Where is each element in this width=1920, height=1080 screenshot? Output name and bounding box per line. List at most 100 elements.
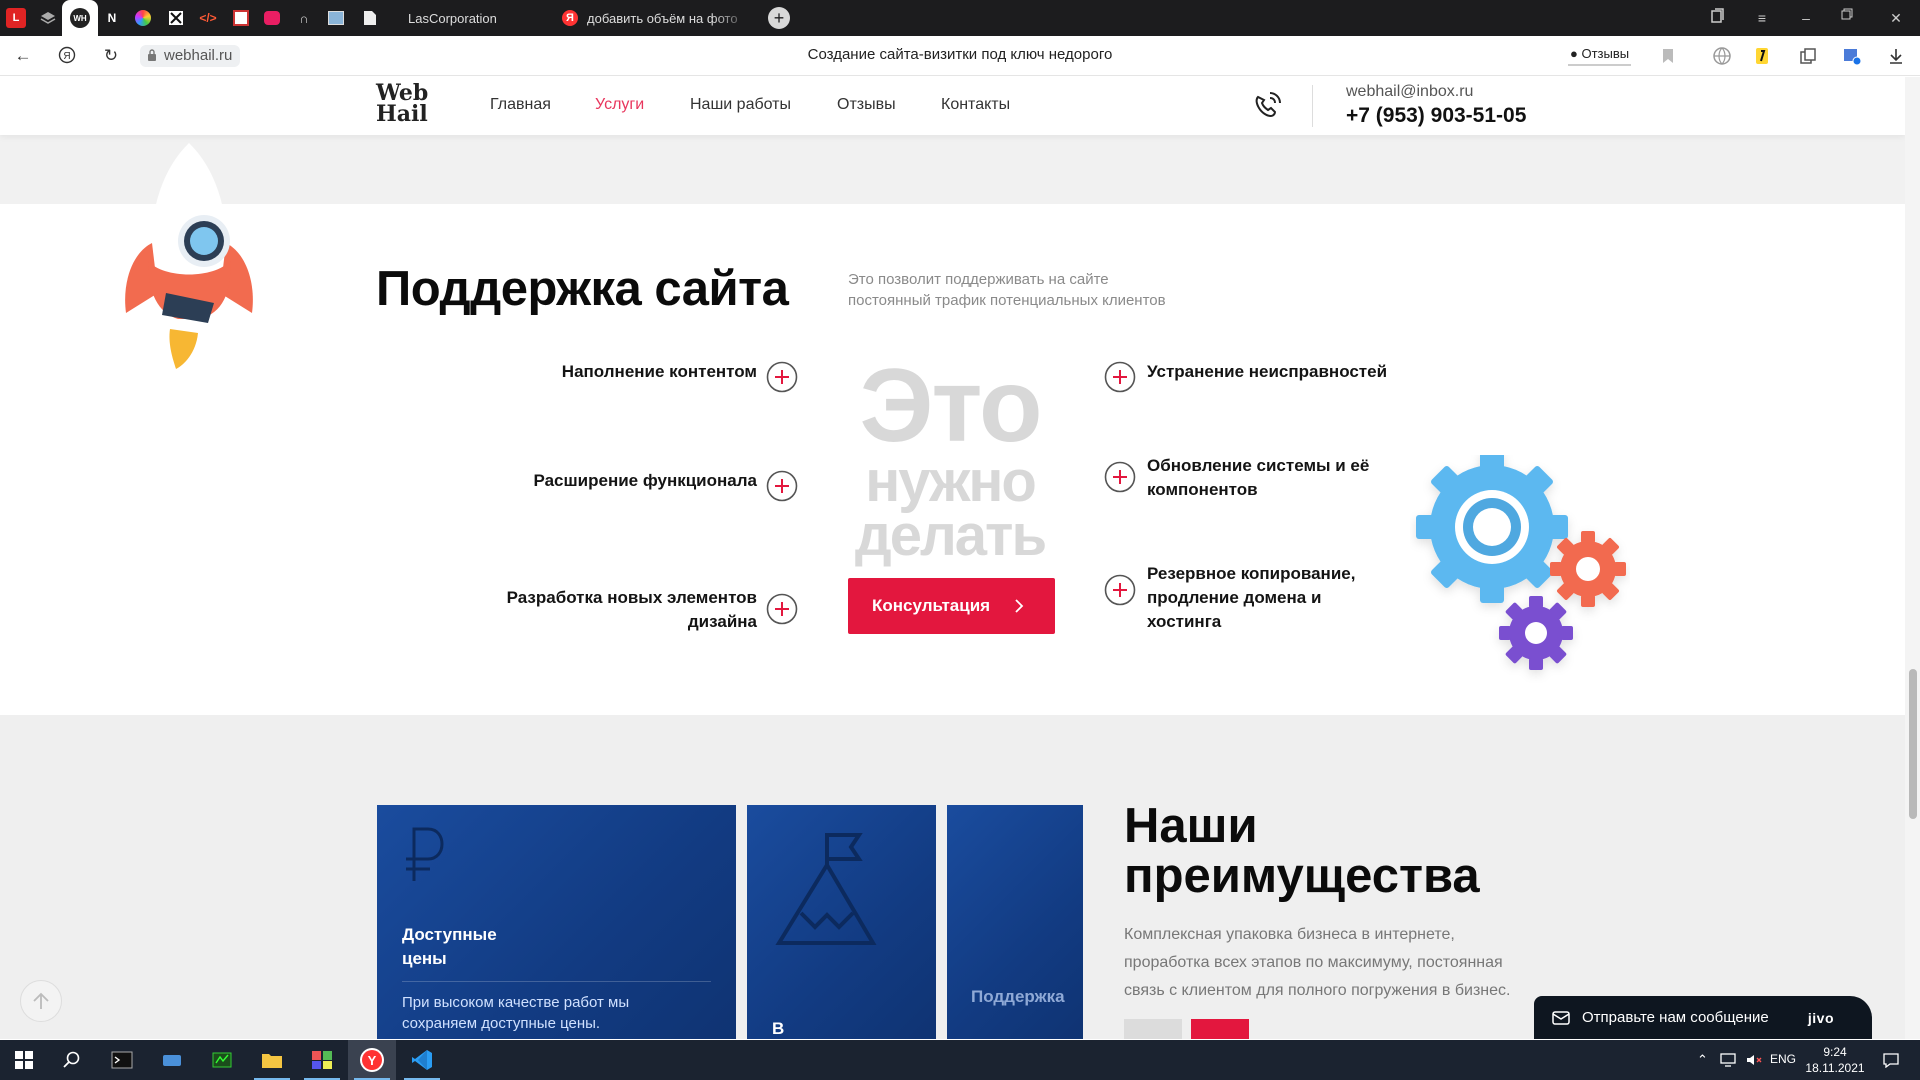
card-title-line: Доступные [402,925,497,944]
support-title: Поддержка сайта [376,262,789,316]
plus-circle-icon[interactable] [766,470,798,502]
site-header: Web Hail Главная Услуги Наши работы Отзы… [0,77,1905,135]
pinned-tab-l[interactable]: L [6,8,26,28]
clock-time: 9:24 [1823,1045,1847,1059]
page-scrollbar[interactable] [1905,77,1920,1039]
advantages-desc-line: проработка всех этапов по максимуму, пос… [1124,954,1503,971]
service-functionality: Расширение функционала [533,469,757,493]
advantage-card-mountain[interactable]: В [747,805,936,1039]
start-button[interactable] [0,1040,48,1080]
search-button[interactable] [48,1040,96,1080]
header-email[interactable]: webhail@inbox.ru [1346,83,1473,101]
pinned-tab-code[interactable]: </> [196,6,220,30]
nav-works[interactable]: Наши работы [690,96,791,114]
nav-contacts[interactable]: Контакты [941,96,1010,114]
notifications-icon[interactable] [1882,1052,1900,1068]
bookmarks-panel-icon[interactable] [1710,8,1730,28]
clock[interactable]: 9:24 18.11.2021 [1795,1044,1875,1076]
collections-icon[interactable] [1798,46,1818,66]
card-title-line: В [772,1019,785,1038]
service-label: хостинга [1147,612,1222,631]
svg-text:Y: Y [368,1053,377,1068]
advantages-description: Комплексная упаковка бизнеса в интернете… [1124,921,1544,1005]
minimize-icon[interactable]: – [1796,8,1816,28]
windows-icon [15,1051,33,1069]
card-title: Поддержка [971,985,1065,1009]
advantage-card-prices[interactable]: Доступные цены При высоком качестве рабо… [377,805,736,1039]
terminal-icon [111,1051,133,1069]
close-icon[interactable]: ✕ [1886,8,1906,28]
menu-icon[interactable]: ≡ [1752,8,1772,28]
taskbar-app-monitor[interactable] [198,1040,246,1080]
taskbar-file-explorer[interactable] [248,1040,296,1080]
download-icon[interactable] [1886,46,1906,66]
taskbar-terminal[interactable] [98,1040,146,1080]
volume-muted-icon[interactable] [1745,1052,1763,1068]
pinned-tab-doc[interactable] [229,6,253,30]
taskbar-yandex-browser[interactable]: Y [348,1040,396,1080]
phone-call-icon[interactable] [1250,87,1286,123]
taskbar-vscode[interactable] [398,1040,446,1080]
service-label: Расширение функционала [533,471,757,490]
envelope-icon [1552,1010,1570,1025]
plus-circle-icon[interactable] [766,361,798,393]
card-title: В [772,1017,784,1039]
service-label: компонентов [1147,480,1258,499]
nav-services[interactable]: Услуги [595,96,644,114]
nav-reviews[interactable]: Отзывы [837,96,896,114]
plus-circle-icon[interactable] [1104,361,1136,393]
card-title-line: цены [402,949,447,968]
taskbar-app-drive[interactable] [148,1040,196,1080]
advantage-card-support[interactable]: Поддержка [947,805,1083,1039]
pinned-tab-layers[interactable] [36,6,60,30]
extension-icon[interactable] [1842,46,1862,66]
header-divider [1312,85,1313,127]
chevron-right-icon [1015,599,1024,613]
language-indicator[interactable]: ENG [1770,1052,1796,1066]
slider-next-button[interactable] [1191,1019,1249,1039]
pinned-tab-figma[interactable] [164,6,188,30]
pinned-tab-arch[interactable]: ∩ [292,6,316,30]
vscode-icon [412,1050,432,1070]
service-troubleshooting: Устранение неисправностей [1147,360,1387,384]
pinned-tab-webhail-active[interactable]: WH [62,0,98,36]
pinned-tab-image[interactable] [324,6,348,30]
reviews-button[interactable]: ● Отзывы [1568,44,1632,66]
advantages-title-line: преимущества [1124,849,1480,903]
plus-circle-icon[interactable] [766,593,798,625]
support-subtitle-line: Это позволит поддерживать на сайте [848,271,1109,288]
page-title: Создание сайта-визитки под ключ недорого [807,46,1113,63]
pinned-tab-pink[interactable] [260,6,284,30]
search-icon [63,1051,80,1068]
plus-circle-icon[interactable] [1104,574,1136,606]
pinned-tab-n[interactable]: N [100,6,124,30]
tab-lascorporation[interactable]: LasCorporation [408,6,497,30]
yandex-ext-icon[interactable] [1752,46,1772,66]
big-word-line: делать [854,503,1047,568]
new-tab-button[interactable]: + [768,7,790,29]
chat-widget[interactable]: Отправьте нам сообщение jivo [1534,996,1872,1039]
advantages-title: Наши преимущества [1124,801,1480,901]
site-logo[interactable]: Web Hail [376,82,428,125]
pinned-tab-file[interactable] [358,6,382,30]
card-text-line: сохраняем доступные цены. [402,1015,601,1032]
tray-chevron-up-icon[interactable]: ⌃ [1697,1052,1708,1068]
plus-circle-icon[interactable] [1104,461,1136,493]
consultation-button[interactable]: Консультация [848,578,1055,634]
nav-home[interactable]: Главная [490,96,551,114]
scroll-to-top-button[interactable] [20,980,62,1022]
service-label: Резервное копирование, [1147,564,1356,583]
network-icon[interactable] [1719,1052,1737,1068]
mountain-flag-icon [775,833,877,945]
taskbar-app-colorful[interactable] [298,1040,346,1080]
scrollbar-thumb[interactable] [1909,669,1917,819]
card-title-line: Поддержка [971,987,1065,1006]
restore-icon[interactable] [1841,8,1861,28]
bookmark-icon[interactable] [1658,46,1678,66]
header-phone[interactable]: +7 (953) 903-51-05 [1346,104,1526,128]
slider-prev-button[interactable] [1124,1019,1182,1039]
pinned-tab-color-wheel[interactable] [131,6,155,30]
advantages-desc-line: Комплексная упаковка бизнеса в интернете… [1124,926,1455,943]
app-icon [312,1051,332,1069]
globe-icon[interactable] [1712,46,1732,66]
